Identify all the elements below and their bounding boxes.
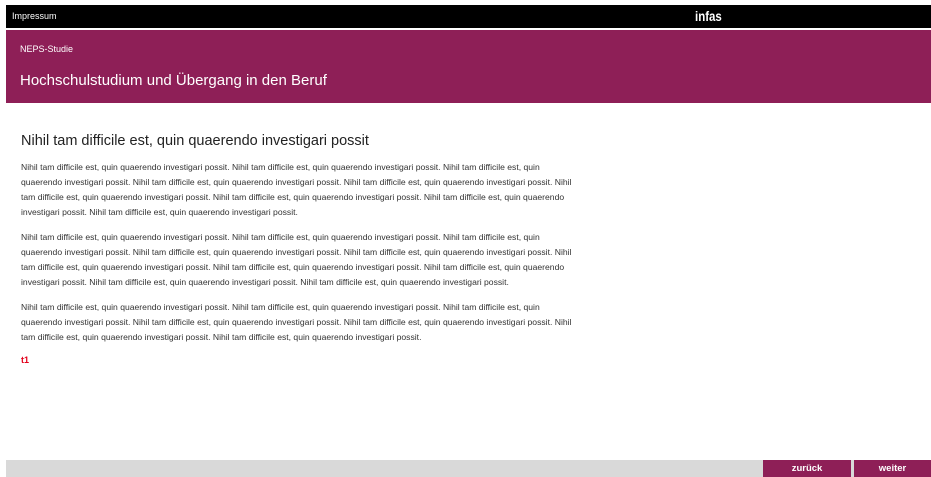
paragraph-2: Nihil tam difficile est, quin quaerendo … [21,232,572,287]
paragraph-3: Nihil tam difficile est, quin quaerendo … [21,302,572,342]
study-label: NEPS-Studie [20,44,74,54]
imprint-link[interactable]: Impressum [12,11,57,21]
main-content: Nihil tam difficile est, quin quaerendo … [21,133,581,365]
survey-page: Impressum infas NEPS-Studie Hochschulstu… [0,0,931,477]
top-bar: Impressum infas [6,5,931,28]
infas-logo: infas [695,8,722,24]
page-title: Hochschulstudium und Übergang in den Ber… [20,72,327,89]
item-id-tag: t1 [21,355,30,365]
back-button[interactable]: zurück [763,460,851,477]
next-button[interactable]: weiter [854,460,931,477]
content-heading: Nihil tam difficile est, quin quaerendo … [21,133,369,149]
study-header: NEPS-Studie Hochschulstudium und Übergan… [6,30,931,103]
paragraph-1: Nihil tam difficile est, quin quaerendo … [21,162,572,217]
